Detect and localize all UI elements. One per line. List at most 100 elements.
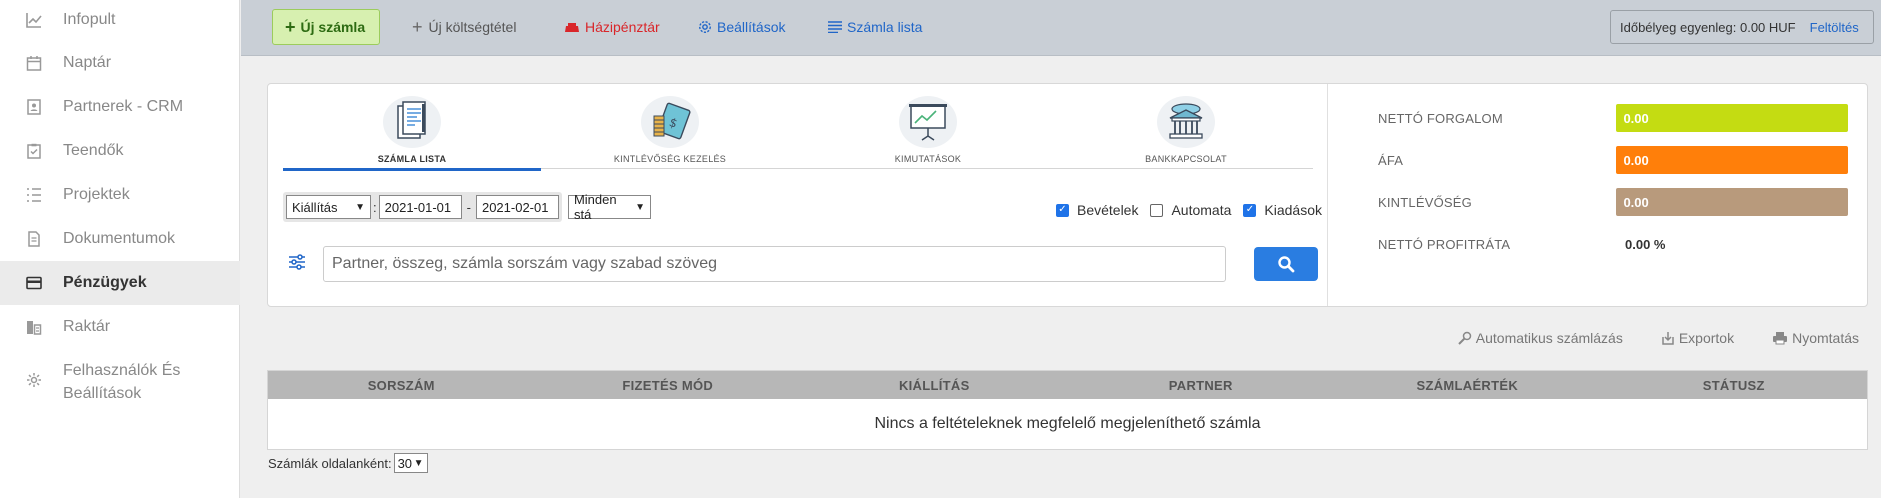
automatic-label: Automata	[1171, 202, 1232, 218]
top-toolbar: + Új számla + Új költségtétel Házipénztá…	[241, 0, 1881, 56]
per-page-select[interactable]: 30 ▼	[393, 453, 428, 473]
checkbox-unchecked-icon	[1150, 203, 1164, 217]
income-checkbox[interactable]: ✓ Bevételek	[1055, 202, 1139, 218]
date-range-separator: -	[466, 199, 471, 215]
search-input[interactable]: Partner, összeg, számla sorszám vagy sza…	[323, 246, 1226, 282]
plus-icon: +	[285, 16, 296, 37]
sidebar-item-label: Partnerek - CRM	[63, 98, 184, 115]
stamp-balance-box: Időbélyeg egyenleg: 0.00 HUF Feltöltés	[1610, 10, 1874, 44]
exports-button[interactable]: Exportok	[1661, 330, 1734, 346]
sidebar-item-label: Infopult	[63, 11, 116, 28]
column-header-invoice-number[interactable]: SORSZÁM	[268, 378, 535, 393]
sidebar-item-label: Dokumentumok	[63, 230, 176, 247]
column-header-payment-method[interactable]: FIZETÉS MÓD	[535, 378, 802, 393]
sidebar: Infopult Naptár Partnerek - CRM Teendők …	[0, 0, 240, 498]
warehouse-icon	[25, 318, 43, 336]
cash-register-label: Házipénztár	[585, 19, 660, 35]
table-header: SORSZÁM FIZETÉS MÓD KIÁLLÍTÁS PARTNER SZ…	[268, 371, 1867, 399]
sidebar-item-penzugyek[interactable]: Pénzügyek	[0, 261, 240, 305]
sidebar-item-dokumentumok[interactable]: Dokumentumok	[0, 217, 240, 261]
advanced-filter-icon[interactable]	[288, 253, 306, 274]
print-button[interactable]: Nyomtatás	[1772, 330, 1859, 346]
bank-icon	[1157, 96, 1215, 148]
tab-label: KINTLÉVŐSÉG KEZELÉS	[613, 154, 727, 164]
search-button[interactable]	[1254, 247, 1318, 281]
tab-invoice-list[interactable]: SZÁMLA LISTA	[283, 96, 541, 171]
top-up-link[interactable]: Feltöltés	[1810, 20, 1859, 35]
checkbox-checked-icon: ✓	[1055, 203, 1069, 217]
new-cost-label: Új költségtétel	[428, 19, 517, 35]
tab-label: SZÁMLA LISTA	[377, 154, 447, 164]
tab-receivables[interactable]: $ KINTLÉVŐSÉG KEZELÉS	[541, 96, 799, 169]
new-cost-button[interactable]: + Új költségtétel	[412, 9, 516, 45]
column-header-status[interactable]: STÁTUSZ	[1601, 378, 1868, 393]
column-header-invoice-value[interactable]: SZÁMLAÉRTÉK	[1334, 378, 1601, 393]
stat-value-bar: 0.00	[1616, 146, 1848, 174]
checklist-icon	[25, 142, 43, 160]
type-checkboxes: ✓ Bevételek Automata ✓ Kiadások	[1044, 202, 1322, 218]
new-invoice-label: Új számla	[300, 19, 366, 35]
sidebar-item-felhasznalok[interactable]: Felhasználók És Beállítások	[0, 355, 240, 407]
column-header-issue-date[interactable]: KIÁLLÍTÁS	[801, 378, 1068, 393]
settings-button[interactable]: Beállítások	[698, 9, 785, 45]
sidebar-item-naptar[interactable]: Naptár	[0, 41, 240, 85]
tab-label: BANKKAPCSOLAT	[1145, 154, 1227, 164]
status-value: Minden stá	[573, 192, 617, 222]
sidebar-item-infopult[interactable]: Infopult	[0, 0, 240, 42]
filter-bar: Kiállítás ▼ : 2021-01-01 - 2021-02-01 Mi…	[283, 192, 651, 222]
dropdown-arrow-icon: ▼	[635, 201, 645, 213]
stat-net-turnover: NETTÓ FORGALOM 0.00	[1378, 104, 1848, 132]
calendar-icon	[25, 54, 43, 72]
expenses-label: Kiadások	[1264, 202, 1322, 218]
list-icon	[25, 186, 43, 204]
stat-value-bar: 0.00	[1616, 188, 1848, 216]
money-coins-icon: $	[641, 96, 699, 148]
search-icon	[1278, 256, 1295, 273]
sidebar-item-label-line1: Felhasználók És	[63, 362, 181, 379]
sidebar-item-teendok[interactable]: Teendők	[0, 129, 240, 173]
automatic-checkbox[interactable]: Automata	[1150, 202, 1231, 218]
date-filter-group: Kiállítás ▼ : 2021-01-01 - 2021-02-01	[283, 192, 562, 222]
sidebar-item-partnerek[interactable]: Partnerek - CRM	[0, 85, 240, 129]
new-invoice-button[interactable]: + Új számla	[272, 9, 380, 45]
pagination: Számlák oldalanként: 30 ▼	[268, 453, 428, 473]
auto-invoicing-button[interactable]: Automatikus számlázás	[1458, 330, 1623, 346]
stat-receivables: KINTLÉVŐSÉG 0.00	[1378, 188, 1848, 216]
gear-icon	[25, 371, 43, 389]
sidebar-item-label: Felhasználók És Beállítások	[63, 359, 180, 405]
sidebar-item-raktar[interactable]: Raktár	[0, 305, 240, 349]
document-icon	[25, 230, 43, 248]
empty-table-message: Nincs a feltételeknek megfelelő megjelen…	[874, 415, 1261, 432]
status-select[interactable]: Minden stá ▼	[567, 192, 651, 222]
auto-invoicing-label: Automatikus számlázás	[1475, 330, 1623, 346]
tab-label: KIMUTATÁSOK	[894, 154, 962, 164]
sidebar-item-label: Projektek	[63, 186, 130, 203]
stat-vat: ÁFA 0.00	[1378, 146, 1848, 174]
presentation-chart-icon	[899, 96, 957, 148]
chart-icon	[25, 11, 43, 29]
sidebar-item-label: Naptár	[63, 54, 112, 71]
tab-bank-connection[interactable]: BANKKAPCSOLAT	[1057, 96, 1315, 169]
gear-icon	[699, 21, 711, 33]
invoice-list-button[interactable]: Számla lista	[828, 9, 922, 45]
list-icon	[828, 21, 842, 33]
sidebar-item-label: Raktár	[63, 318, 111, 335]
plus-icon: +	[412, 16, 423, 37]
income-label: Bevételek	[1076, 202, 1139, 218]
contacts-icon	[25, 98, 43, 116]
date-type-select[interactable]: Kiállítás ▼	[286, 195, 371, 219]
tab-reports[interactable]: KIMUTATÁSOK	[799, 96, 1057, 169]
stat-label: KINTLÉVŐSÉG	[1378, 194, 1472, 210]
checkbox-checked-icon: ✓	[1243, 203, 1257, 217]
sidebar-item-projektek[interactable]: Projektek	[0, 173, 240, 217]
cash-register-button[interactable]: Házipénztár	[564, 9, 660, 45]
date-from-input[interactable]: 2021-01-01	[378, 195, 462, 219]
date-to-input[interactable]: 2021-02-01	[475, 195, 559, 219]
date-type-value: Kiállítás	[292, 199, 338, 215]
expenses-checkbox[interactable]: ✓ Kiadások	[1243, 202, 1322, 218]
settings-label: Beállítások	[717, 19, 786, 35]
per-page-value: 30	[397, 455, 413, 471]
search-row: Partner, összeg, számla sorszám vagy sza…	[283, 246, 1318, 282]
column-header-partner[interactable]: PARTNER	[1068, 378, 1335, 393]
stat-label: NETTÓ PROFITRÁTA	[1378, 236, 1511, 252]
